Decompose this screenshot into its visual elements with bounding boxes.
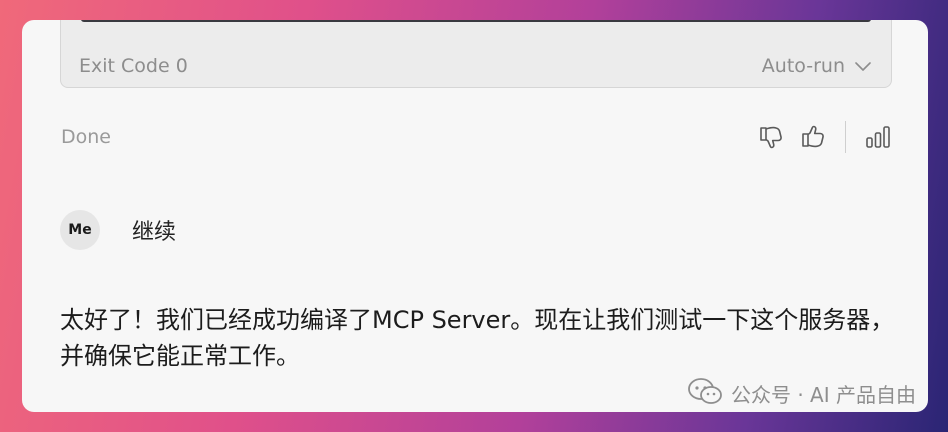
watermark-text: 公众号 · AI 产品自由 <box>730 383 916 407</box>
feedback-toolbar <box>755 120 894 154</box>
autorun-label: Auto-run <box>761 55 845 77</box>
watermark: 公众号 · AI 产品自由 <box>687 377 916 410</box>
thumbs-down-icon[interactable] <box>755 120 787 154</box>
autorun-dropdown[interactable]: Auto-run <box>762 55 871 77</box>
toolbar-divider <box>845 121 846 153</box>
user-message: 继续 <box>132 220 177 245</box>
thumbs-up-icon[interactable] <box>797 120 829 154</box>
exit-code-label: Exit Code 0 <box>79 55 188 77</box>
terminal-output-bar <box>81 20 871 22</box>
wechat-icon <box>687 377 723 410</box>
avatar: Me <box>60 210 100 250</box>
assistant-message: 太好了！我们已经成功编译了MCP Server。现在让我们测试一下这个服务器，并… <box>60 306 895 370</box>
status-done-label: Done <box>61 126 111 148</box>
terminal-output-card: Exit Code 0 Auto-run <box>60 20 892 88</box>
chat-window: Exit Code 0 Auto-run Done Me 继续 太好了！我们已经… <box>22 20 928 412</box>
chevron-down-icon <box>855 55 871 77</box>
signal-bars-icon[interactable] <box>862 120 894 154</box>
